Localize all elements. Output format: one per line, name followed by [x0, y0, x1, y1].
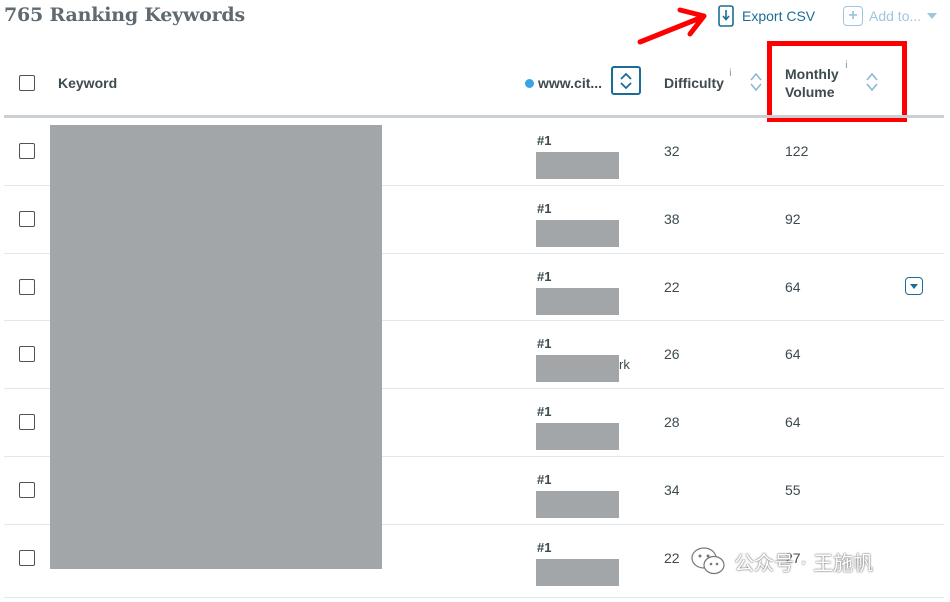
difficulty-value: 38: [664, 210, 680, 227]
export-csv-label: Export CSV: [742, 8, 816, 24]
plus-icon: +: [843, 6, 863, 26]
monthly-volume-value: 64: [785, 346, 801, 363]
chevron-down-icon: [927, 13, 938, 19]
monthly-volume-value: 122: [785, 143, 809, 159]
annotation-arrow: [637, 7, 707, 45]
sort-icon: [620, 72, 632, 89]
site-sort-button[interactable]: [611, 66, 641, 95]
watermark-text: 公众号 · 王施帆: [734, 550, 874, 575]
redacted-url: [536, 287, 619, 315]
wechat-icon: [691, 547, 725, 575]
column-header-keyword[interactable]: Keyword: [58, 75, 117, 91]
row-checkbox[interactable]: [19, 143, 35, 159]
redacted-keywords: [50, 125, 382, 569]
monthly-volume-value: 64: [785, 414, 801, 431]
monthly-volume-value: 64: [785, 278, 801, 295]
rank-position: #1: [537, 268, 552, 284]
page-title: 765 Ranking Keywords: [4, 4, 245, 26]
row-checkbox[interactable]: [19, 549, 35, 566]
redacted-url: [536, 491, 619, 518]
column-header-site[interactable]: www.cit...: [525, 75, 602, 91]
rank-position: #1: [537, 200, 552, 216]
redacted-url: [536, 152, 619, 179]
difficulty-value: 34: [664, 482, 680, 498]
row-checkbox[interactable]: [19, 482, 35, 498]
redacted-url: [536, 558, 619, 586]
rank-position: #1: [537, 133, 552, 148]
add-to-label: Add to...: [869, 8, 922, 24]
difficulty-info-icon[interactable]: i: [729, 68, 732, 79]
site-column-label: www.cit...: [538, 75, 603, 91]
rank-position: #1: [537, 404, 552, 420]
difficulty-value: 32: [664, 143, 680, 159]
redacted-url: [536, 355, 619, 383]
redacted-url: [536, 219, 619, 247]
redacted-url: [536, 423, 619, 451]
difficulty-value: 28: [664, 414, 680, 431]
rank-position: #1: [537, 472, 552, 487]
header-divider: [4, 115, 944, 118]
row-actions-dropdown[interactable]: [905, 277, 923, 295]
monthly-volume-value: 55: [785, 482, 801, 498]
annotation-highlight-box: [767, 41, 907, 122]
difficulty-value: 26: [664, 346, 680, 363]
row-checkbox[interactable]: [19, 414, 35, 431]
select-all-checkbox[interactable]: [19, 75, 35, 91]
difficulty-value: 22: [664, 549, 680, 566]
row-checkbox[interactable]: [19, 346, 35, 363]
rank-position: #1: [537, 336, 552, 352]
row-checkbox[interactable]: [19, 210, 35, 227]
monthly-volume-value: 92: [785, 210, 801, 227]
row-divider: [4, 596, 944, 598]
watermark: 公众号 · 王施帆: [690, 546, 873, 576]
add-to-button[interactable]: + Add to...: [843, 4, 938, 28]
caret-down-icon: [910, 283, 918, 289]
column-header-difficulty[interactable]: Difficulty: [664, 75, 724, 91]
export-csv-button[interactable]: Export CSV: [718, 4, 815, 28]
download-file-icon: [718, 5, 734, 27]
difficulty-value: 22: [664, 278, 680, 295]
site-dot-icon: [525, 78, 534, 88]
difficulty-sort-icon[interactable]: [749, 71, 763, 93]
site-url-fragment: rk: [619, 357, 630, 373]
rank-position: #1: [537, 539, 552, 555]
row-checkbox[interactable]: [19, 278, 35, 295]
